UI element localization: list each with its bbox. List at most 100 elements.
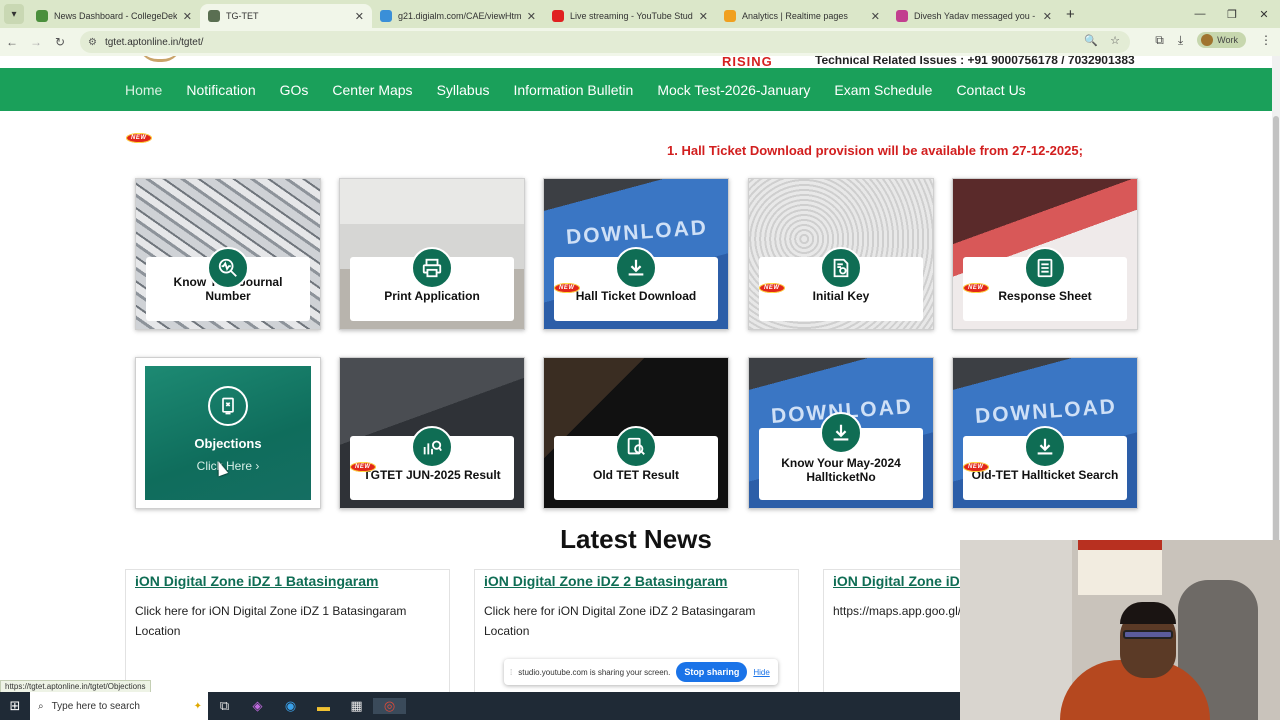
nav-contact-us[interactable]: Contact Us (956, 82, 1025, 98)
download-icon (820, 412, 862, 454)
nav-center-maps[interactable]: Center Maps (332, 82, 412, 98)
news-card: iON Digital Zone iDZ 1 Batasingaram Clic… (125, 569, 450, 692)
taskbar-search[interactable]: ⌕ Type here to search ✦ (30, 692, 208, 720)
card-old-tet-result[interactable]: Old TET Result (543, 357, 729, 509)
webcam-overlay (960, 540, 1280, 720)
extensions-icon[interactable]: ⧉ (1155, 33, 1164, 48)
card-label: Print Application (384, 289, 480, 303)
site-info-icon[interactable]: ⚙ (88, 37, 97, 48)
chrome-icon[interactable]: ◎ (373, 698, 406, 714)
edge-icon[interactable]: ◉ (274, 698, 307, 714)
restore-icon[interactable]: ❐ (1216, 8, 1248, 21)
nav-mock-test[interactable]: Mock Test-2026-January (657, 82, 810, 98)
card-label: Objections (194, 436, 262, 451)
download-icon (1024, 426, 1066, 468)
close-icon[interactable]: ✕ (355, 10, 364, 23)
close-icon[interactable]: ✕ (1043, 10, 1052, 23)
close-icon[interactable]: ✕ (699, 10, 708, 23)
news-body-line: Location (484, 624, 530, 638)
tab-search-button[interactable]: ▾ (4, 4, 24, 24)
presenter-glasses (1123, 630, 1173, 639)
browser-toolbar: ← → ↻ ⚙ tgtet.aptonline.in/tgtet/ 🔍 ☆ ⧉ … (0, 28, 1280, 56)
new-badge: NEW (759, 283, 785, 293)
tab-title: Live streaming - YouTube Studio (570, 11, 693, 21)
card-old-tet-hallticket-search[interactable]: DOWNLOAD Old-TET Hallticket Search NEW (952, 357, 1138, 509)
close-icon[interactable]: ✕ (871, 10, 880, 23)
stop-sharing-button[interactable]: Stop sharing (676, 662, 748, 682)
card-label: Hall Ticket Download (575, 289, 697, 303)
card-label: TGTET JUN-2025 Result (363, 468, 501, 482)
scrollbar-thumb[interactable] (1273, 116, 1279, 586)
windows-start-icon[interactable]: ⊞ (0, 698, 30, 714)
news-body-line: Location (135, 624, 181, 638)
nav-notification[interactable]: Notification (186, 82, 255, 98)
card-know-journal-number[interactable]: Know Your Journal Number (135, 178, 321, 330)
reload-icon[interactable]: ↻ (48, 35, 72, 49)
address-bar[interactable]: ⚙ tgtet.aptonline.in/tgtet/ 🔍 ☆ (80, 31, 1130, 53)
new-badge: NEW (350, 462, 376, 472)
nav-information-bulletin[interactable]: Information Bulletin (513, 82, 633, 98)
hide-share-bar-link[interactable]: Hide (753, 668, 769, 677)
card-response-sheet[interactable]: Response Sheet NEW (952, 178, 1138, 330)
tab-favicon (552, 10, 564, 22)
task-view-icon[interactable]: ⧉ (208, 698, 241, 714)
news-title-link[interactable]: iON Digital Zone iDZ 2 Batasingaram (484, 573, 789, 589)
card-may-2024-hallticket[interactable]: DOWNLOAD Know Your May-2024 HallticketNo (748, 357, 934, 509)
close-icon[interactable]: ✕ (183, 10, 192, 23)
document-key-icon (820, 247, 862, 289)
nav-home[interactable]: Home (125, 82, 162, 98)
tab-tg-tet[interactable]: TG-TET ✕ (200, 4, 372, 28)
bookmark-star-icon[interactable]: ☆ (1110, 34, 1120, 47)
browser-tab-strip: ▾ News Dashboard - CollegeDekho ✕ TG-TET… (0, 0, 1280, 28)
minimize-icon[interactable]: — (1184, 8, 1216, 20)
tab-analytics[interactable]: Analytics | Realtime pages ✕ (716, 4, 888, 28)
news-title-link[interactable]: iON Digital Zone iDZ 1 Batasingaram (135, 573, 440, 589)
tab-youtube-studio[interactable]: Live streaming - YouTube Studio ✕ (544, 4, 716, 28)
document-search-icon (615, 426, 657, 468)
announcement-marquee[interactable]: 1. Hall Ticket Download provision will b… (667, 143, 1083, 158)
zoom-icon[interactable]: 🔍 (1084, 34, 1098, 47)
presenter-hair (1120, 602, 1176, 624)
close-window-icon[interactable]: ✕ (1248, 8, 1280, 21)
file-explorer-icon[interactable]: ▬ (307, 699, 340, 714)
sparkle-icon: ✦ (193, 700, 202, 712)
news-body: Click here for iON Digital Zone iDZ 1 Ba… (135, 601, 440, 641)
close-icon[interactable]: ✕ (527, 10, 536, 23)
nav-exam-schedule[interactable]: Exam Schedule (834, 82, 932, 98)
tab-linkedin[interactable]: Divesh Yadav messaged you - LinkedIn ✕ (888, 4, 1060, 28)
nav-syllabus[interactable]: Syllabus (437, 82, 490, 98)
card-label: Initial Key (812, 289, 870, 303)
card-initial-key[interactable]: Initial Key NEW (748, 178, 934, 330)
new-badge: NEW (554, 283, 580, 293)
url-text: tgtet.aptonline.in/tgtet/ (104, 36, 204, 48)
download-icon[interactable]: ⤓ (1178, 33, 1183, 48)
tab-favicon (724, 10, 736, 22)
card-print-application[interactable]: Print Application (339, 178, 525, 330)
card-tgtet-result[interactable]: TGTET JUN-2025 Result NEW (339, 357, 525, 509)
copilot-icon[interactable]: ◈ (241, 698, 274, 714)
menu-kebab-icon[interactable]: ⋮ (1260, 33, 1272, 47)
new-tab-button[interactable]: + (1066, 6, 1075, 23)
card-hall-ticket-download[interactable]: DOWNLOAD Hall Ticket Download NEW (543, 178, 729, 330)
back-icon[interactable]: ← (0, 35, 24, 49)
nav-gos[interactable]: GOs (280, 82, 309, 98)
tech-issues-text: Technical Related Issues : +91 900075617… (815, 56, 1135, 67)
tab-title: TG-TET (226, 11, 259, 21)
click-here-link[interactable]: Click Here › (136, 459, 320, 473)
tab-digialm[interactable]: g21.digialm.com/CAE/viewHtml ✕ (372, 4, 544, 28)
chart-search-icon (411, 426, 453, 468)
store-icon[interactable]: ▦ (340, 698, 373, 714)
tab-news-dashboard[interactable]: News Dashboard - CollegeDekho ✕ (28, 4, 200, 28)
main-nav: Home Notification GOs Center Maps Syllab… (0, 68, 1272, 111)
drag-handle-icon[interactable]: ⁞ (510, 668, 512, 677)
tab-title: News Dashboard - CollegeDekho (54, 11, 177, 21)
profile-chip[interactable]: Work (1197, 32, 1246, 48)
avatar (1201, 34, 1214, 46)
card-objections[interactable]: Objections Click Here › (135, 357, 321, 509)
printer-icon (411, 247, 453, 289)
tab-favicon (380, 10, 392, 22)
download-icon (615, 247, 657, 289)
card-label: Response Sheet (998, 289, 1092, 303)
forward-icon[interactable]: → (24, 35, 48, 49)
search-icon: ⌕ (38, 700, 44, 712)
